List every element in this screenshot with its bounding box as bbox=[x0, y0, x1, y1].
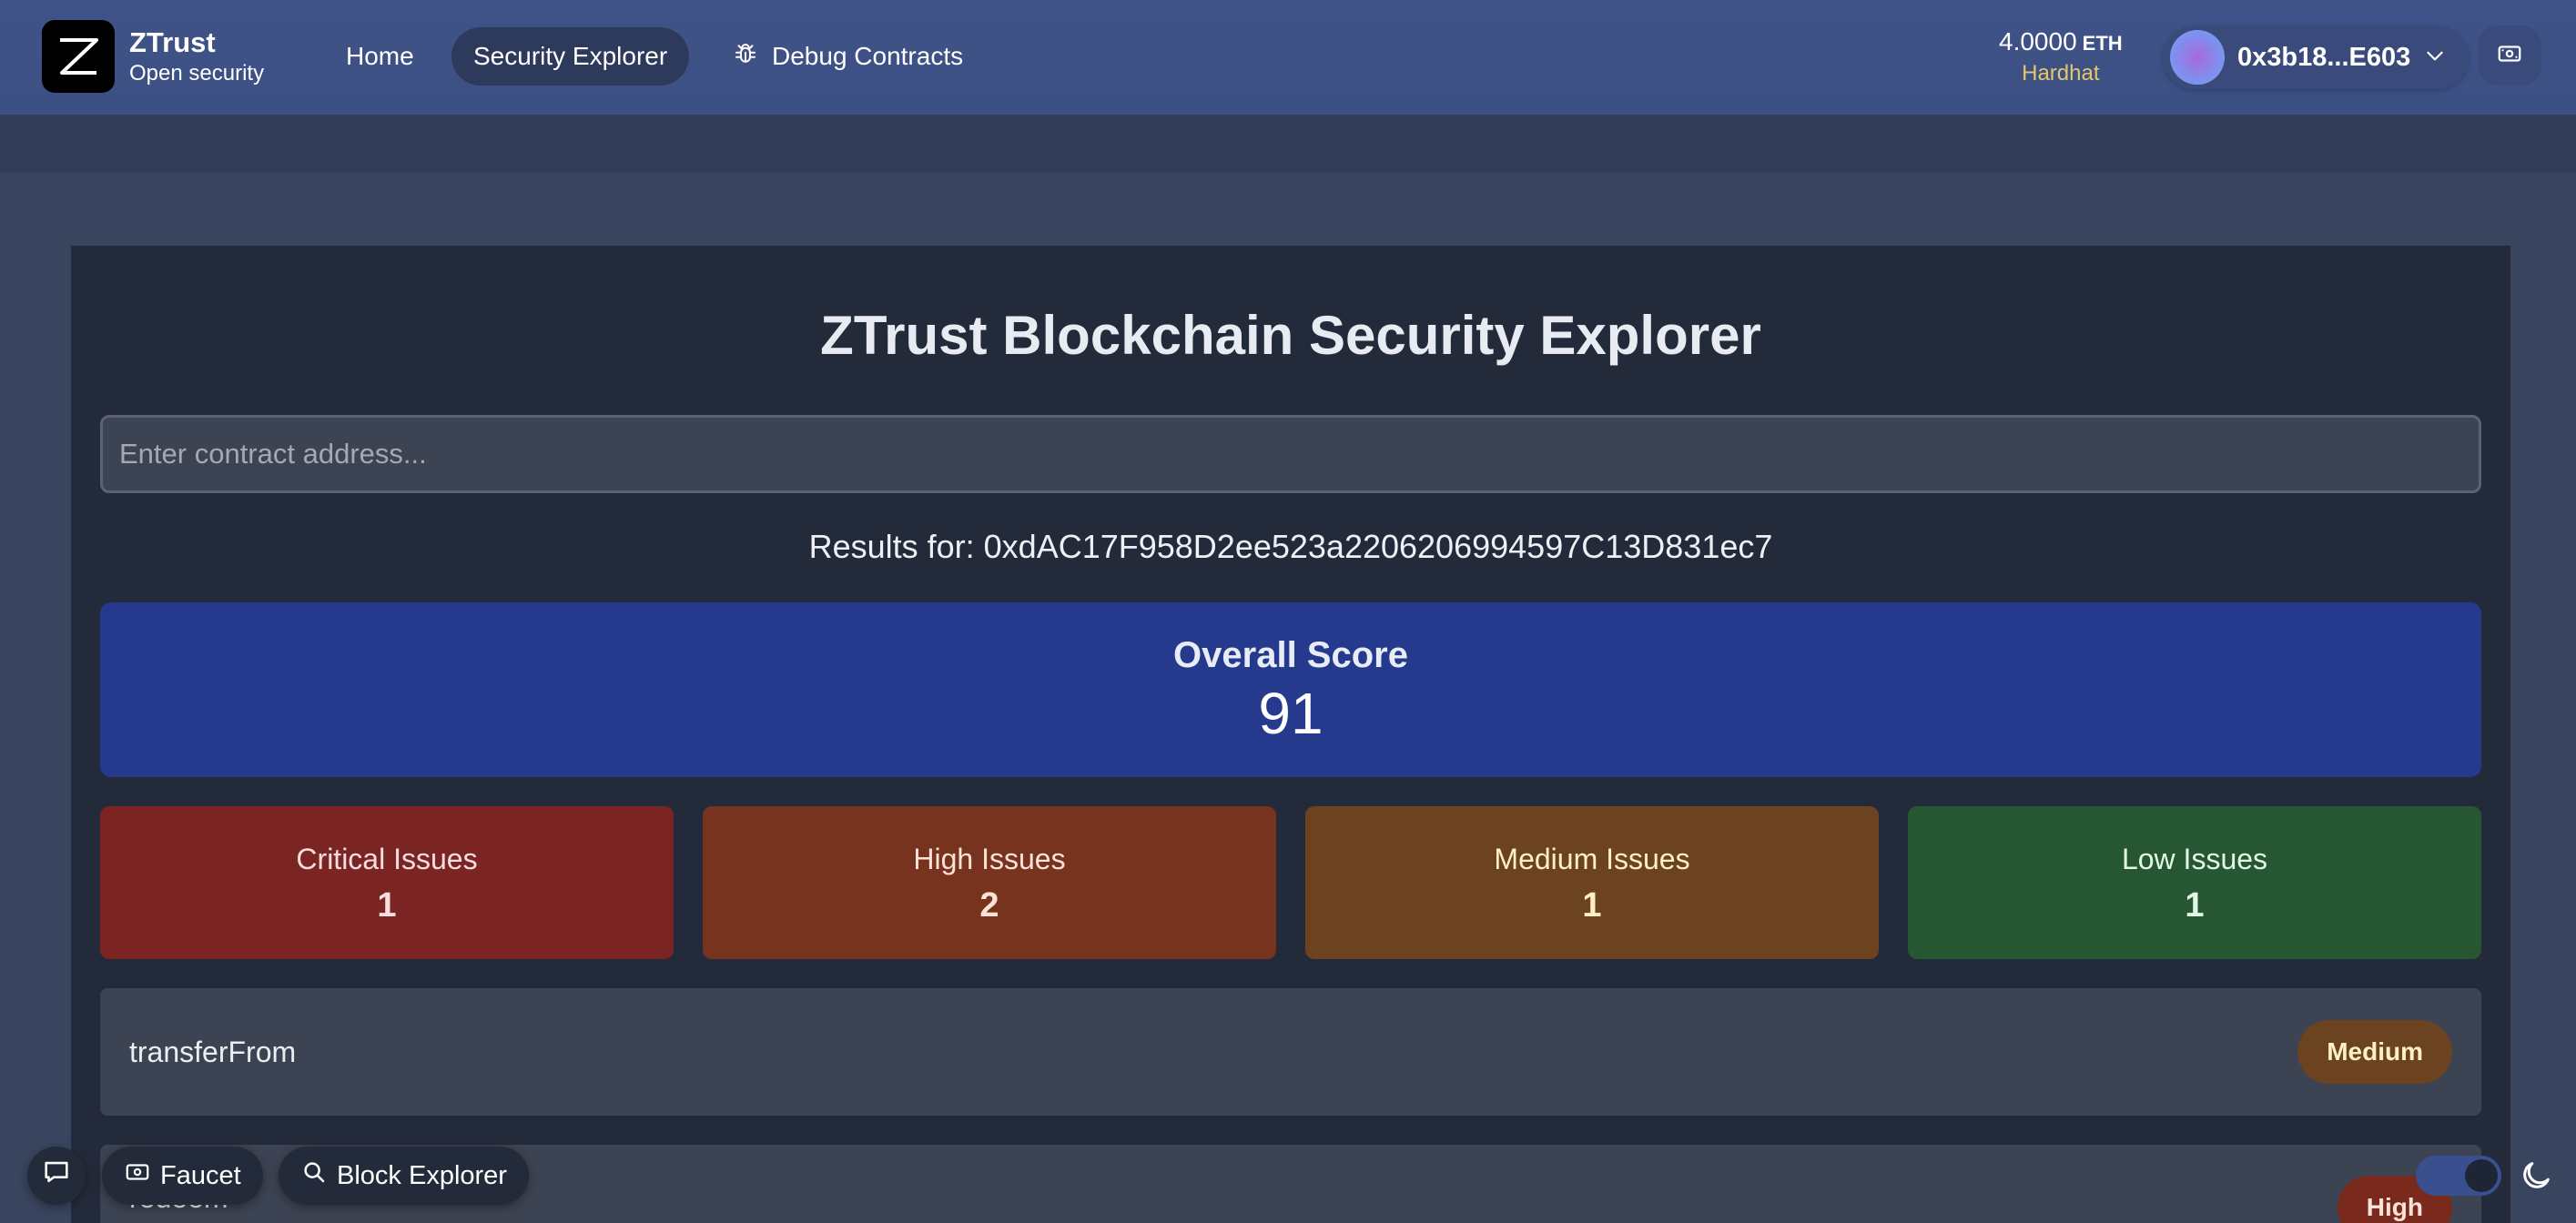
theme-toggle[interactable] bbox=[2416, 1156, 2501, 1196]
wallet-button[interactable] bbox=[2478, 25, 2541, 86]
account-dropdown[interactable]: 0x3b18...E603 bbox=[2163, 25, 2469, 89]
critical-issues-label: Critical Issues bbox=[296, 843, 478, 875]
block-explorer-button[interactable]: Block Explorer bbox=[279, 1147, 529, 1205]
severity-badge: Medium bbox=[2297, 1020, 2452, 1084]
wallet-icon bbox=[2496, 40, 2523, 72]
overall-score-card: Overall Score 91 bbox=[100, 602, 2481, 777]
nav-home[interactable]: Home bbox=[324, 27, 436, 86]
critical-issues-count: 1 bbox=[377, 886, 397, 925]
nav-debug-contracts-label: Debug Contracts bbox=[772, 42, 964, 70]
overall-score-label: Overall Score bbox=[1173, 635, 1408, 675]
chat-button[interactable] bbox=[27, 1147, 86, 1205]
nav-home-label: Home bbox=[346, 42, 414, 70]
low-issues-count: 1 bbox=[2185, 886, 2205, 925]
brand[interactable]: ZTrust Open security bbox=[129, 25, 264, 87]
high-issues-card: High Issues 2 bbox=[703, 806, 1276, 959]
block-explorer-label: Block Explorer bbox=[337, 1160, 507, 1190]
function-row[interactable]: transferFrom Medium bbox=[100, 988, 2481, 1116]
medium-issues-count: 1 bbox=[1582, 886, 1602, 925]
page-title: ZTrust Blockchain Security Explorer bbox=[820, 305, 1761, 366]
contract-address-input[interactable] bbox=[100, 415, 2481, 493]
critical-issues-card: Critical Issues 1 bbox=[100, 806, 674, 959]
overall-score-value: 91 bbox=[1258, 681, 1323, 746]
medium-issues-label: Medium Issues bbox=[1494, 843, 1690, 875]
balance-amount: 4.0000 bbox=[1999, 27, 2077, 56]
balance-unit: ETH bbox=[2082, 32, 2123, 55]
explorer-panel: ZTrust Blockchain Security Explorer Resu… bbox=[71, 246, 2510, 1223]
faucet-button[interactable]: Faucet bbox=[102, 1147, 263, 1205]
nav-security-explorer[interactable]: Security Explorer bbox=[451, 27, 690, 86]
wallet-balance[interactable]: 4.0000 ETH Hardhat bbox=[1999, 25, 2123, 87]
low-issues-card: Low Issues 1 bbox=[1908, 806, 2481, 959]
chevron-down-icon bbox=[2423, 44, 2447, 72]
high-issues-label: High Issues bbox=[913, 843, 1066, 875]
banknote-icon bbox=[124, 1158, 151, 1193]
nav-debug-contracts[interactable]: Debug Contracts bbox=[710, 27, 985, 86]
results-heading: Results for: 0xdAC17F958D2ee523a22062069… bbox=[808, 528, 1773, 565]
search-icon bbox=[300, 1158, 328, 1193]
low-issues-label: Low Issues bbox=[2121, 843, 2268, 875]
high-issues-count: 2 bbox=[979, 886, 999, 925]
avatar bbox=[2170, 30, 2225, 85]
function-name: transferFrom bbox=[129, 1035, 297, 1068]
brand-name: ZTrust bbox=[129, 26, 216, 58]
chat-icon bbox=[41, 1157, 72, 1195]
balance-line: 4.0000 ETH bbox=[1999, 25, 2123, 60]
toggle-knob bbox=[2465, 1159, 2498, 1192]
logo-icon[interactable] bbox=[42, 20, 115, 93]
subheader-bar bbox=[0, 115, 2576, 173]
account-address: 0x3b18...E603 bbox=[2237, 42, 2411, 72]
bug-icon bbox=[732, 40, 759, 74]
moon-icon bbox=[2518, 1157, 2554, 1194]
top-navbar: ZTrust Open security Home Security Explo… bbox=[0, 0, 2576, 115]
nav-security-explorer-label: Security Explorer bbox=[473, 42, 668, 70]
brand-tagline: Open security bbox=[129, 61, 265, 86]
network-name: Hardhat bbox=[2022, 61, 2100, 86]
faucet-label: Faucet bbox=[160, 1160, 241, 1190]
medium-issues-card: Medium Issues 1 bbox=[1305, 806, 1879, 959]
